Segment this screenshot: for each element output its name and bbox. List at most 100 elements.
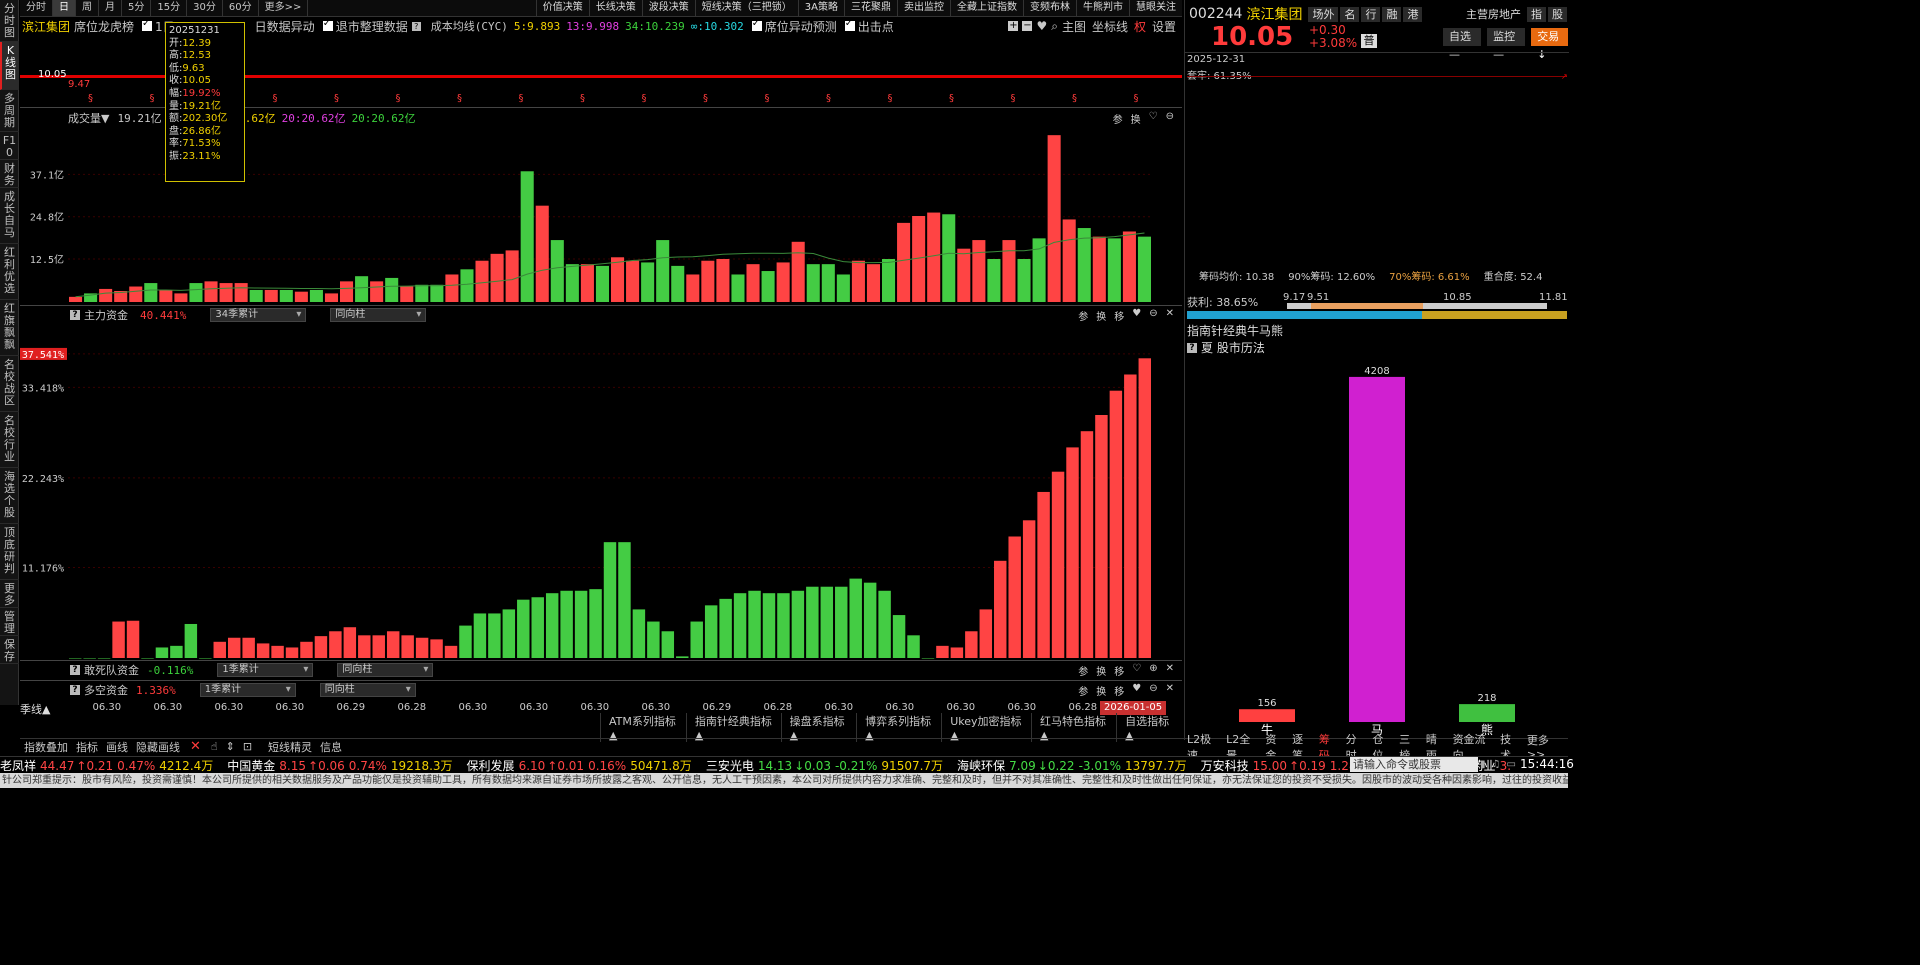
stock-tag-4[interactable]: 港 <box>1403 6 1423 22</box>
strategy-tab-3[interactable]: 短线决策（三把锁） <box>694 0 798 16</box>
left-nav-item-4[interactable]: 财务 <box>0 160 19 188</box>
title-right-item-2[interactable]: 权 <box>1134 18 1146 35</box>
strategy-tab-10[interactable]: 慧眼关注 <box>1129 0 1182 16</box>
toolbar-item-5[interactable]: 信息 <box>316 739 346 755</box>
ticker-item[interactable]: 老凤祥 44.47 ↑0.21 0.47% 4212.4万 <box>0 757 213 773</box>
add-icon[interactable]: + <box>1008 21 1019 31</box>
fund-style-select[interactable]: 同向柱 <box>330 308 427 322</box>
strategy-tab-0[interactable]: 价值决策 <box>535 0 589 16</box>
move-icon[interactable]: ⇕ <box>222 740 239 753</box>
ls-period-select[interactable]: 1季累计 <box>199 683 296 697</box>
strategy-tab-8[interactable]: 变频布林 <box>1023 0 1076 16</box>
strategy-tab-6[interactable]: 卖出监控 <box>897 0 950 16</box>
toolbar-item-1[interactable]: 指标 <box>72 739 102 755</box>
strategy-tab-5[interactable]: 三花聚鼎 <box>844 0 897 16</box>
panel-tool-0[interactable]: 参 <box>1078 683 1088 698</box>
delete-icon[interactable]: ✕ <box>184 739 207 754</box>
left-nav-item-14[interactable]: 保存 <box>0 636 19 664</box>
left-nav-item-2[interactable]: 多周期 <box>0 90 19 132</box>
panel-tool-4[interactable]: ⊖ <box>1149 308 1157 323</box>
panel-tool-5[interactable]: ✕ <box>1166 683 1174 698</box>
panel-tool-3[interactable]: ♥ <box>1132 308 1141 323</box>
strategy-tab-1[interactable]: 长线决策 <box>588 0 642 16</box>
strategy-tab-7[interactable]: 全藏上证指数 <box>950 0 1023 16</box>
panel-tool-0[interactable]: 参 <box>1078 663 1088 678</box>
left-nav-item-12[interactable]: 更多 <box>0 580 19 608</box>
panel-tool-2[interactable]: 移 <box>1114 308 1124 323</box>
panel-tool-1[interactable]: 换 <box>1096 663 1106 678</box>
left-nav-item-1[interactable]: K线图 <box>0 42 19 90</box>
left-nav-item-6[interactable]: 红利优选 <box>0 244 19 300</box>
period-tab-6[interactable]: 30分 <box>187 0 223 16</box>
stock-tag-1[interactable]: 名 <box>1340 6 1360 22</box>
checkbox-delist[interactable] <box>322 18 333 31</box>
left-nav-item-5[interactable]: 成长自马 <box>0 188 19 244</box>
ticker-item[interactable]: 中国黄金 8.15 ↑0.06 0.74% 19218.3万 <box>227 757 452 773</box>
panel-tool-0[interactable]: 参 <box>1113 111 1123 126</box>
stock-tag2-1[interactable]: 股 <box>1548 6 1567 22</box>
monitor-button[interactable]: 监控 — <box>1487 28 1526 61</box>
fund-period-select[interactable]: 34季累计 <box>210 308 307 322</box>
checkbox-strike[interactable] <box>844 18 855 31</box>
hand-icon[interactable]: ☝ <box>207 740 222 753</box>
checkbox-seat-predict[interactable] <box>751 18 762 31</box>
fund-help-icon[interactable]: ? <box>70 310 80 320</box>
calendar-help-icon[interactable]: ? <box>1187 342 1197 353</box>
panel-tool-3[interactable]: ♡ <box>1132 663 1141 678</box>
period-tab-4[interactable]: 5分 <box>122 0 152 16</box>
heart-icon[interactable]: ♥ <box>1036 19 1047 33</box>
panel-tool-5[interactable]: ✕ <box>1166 308 1174 323</box>
period-tab-8[interactable]: 更多>> <box>259 0 309 16</box>
period-tab-5[interactable]: 15分 <box>151 0 188 16</box>
stock-tag-2[interactable]: 行 <box>1361 6 1381 22</box>
left-nav-item-0[interactable]: 分时图 <box>0 0 19 42</box>
strategy-tab-9[interactable]: 牛熊判市 <box>1076 0 1129 16</box>
left-nav-item-9[interactable]: 名校行业 <box>0 412 19 468</box>
period-tab-2[interactable]: 周 <box>76 0 99 16</box>
title-right-item-3[interactable]: 设置 <box>1152 18 1176 35</box>
panel-tool-4[interactable]: ⊕ <box>1149 663 1157 678</box>
add-watchlist-button[interactable]: 自选 — <box>1443 28 1482 61</box>
minus-icon[interactable]: − <box>1022 21 1033 31</box>
panel-tool-4[interactable]: ⊖ <box>1149 683 1157 698</box>
dare-style-select[interactable]: 同向柱 <box>337 663 434 677</box>
monitor-icon[interactable]: ▭ <box>1506 759 1515 770</box>
left-nav-item-7[interactable]: 红旗飘飘 <box>0 300 19 356</box>
ls-help-icon[interactable]: ? <box>70 685 80 695</box>
stock-tag-3[interactable]: 融 <box>1382 6 1402 22</box>
bell-icon[interactable]: ♫ <box>1492 759 1501 770</box>
panel-tool-1[interactable]: 换 <box>1096 308 1106 323</box>
left-nav-item-11[interactable]: 顶底研判 <box>0 524 19 580</box>
ticker-item[interactable]: 三安光电 14.13 ↓0.03 -0.21% 91507.7万 <box>706 757 943 773</box>
lock-icon[interactable]: ⊡ <box>239 740 256 753</box>
trade-button[interactable]: 交易 ↓ <box>1531 28 1568 61</box>
title-right-item-0[interactable]: 主图 <box>1062 18 1086 35</box>
panel-tool-3[interactable]: ♥ <box>1132 683 1141 698</box>
toolbar-item-4[interactable]: 短线精灵 <box>264 739 316 755</box>
seat-list-label[interactable]: 席位龙虎榜 <box>74 18 134 35</box>
left-nav-item-8[interactable]: 名校战区 <box>0 356 19 412</box>
date-axis-label[interactable]: 季线▲ <box>20 701 50 717</box>
ls-style-select[interactable]: 同向柱 <box>319 683 416 697</box>
panel-tool-1[interactable]: 换 <box>1096 683 1106 698</box>
checkbox-1day[interactable] <box>142 18 153 31</box>
left-nav-item-10[interactable]: 海选个股 <box>0 468 19 524</box>
ticker-item[interactable]: 海峡环保 7.09 ↓0.22 -3.01% 13797.7万 <box>957 757 1187 773</box>
panel-tool-3[interactable]: ⊖ <box>1166 111 1174 126</box>
period-tab-0[interactable]: 分时 <box>20 0 53 16</box>
volume-title[interactable]: 成交量▼ <box>68 110 109 126</box>
toolbar-item-0[interactable]: 指数叠加 <box>20 739 72 755</box>
panel-tool-2[interactable]: 移 <box>1114 663 1124 678</box>
search-icon[interactable]: ⌕ <box>1051 19 1058 34</box>
title-right-item-1[interactable]: 坐标线 <box>1092 18 1128 35</box>
help-icon[interactable]: ? <box>411 21 421 31</box>
period-tab-3[interactable]: 月 <box>99 0 122 16</box>
period-tab-7[interactable]: 60分 <box>223 0 259 16</box>
dare-period-select[interactable]: 1季累计 <box>217 663 314 677</box>
dare-help-icon[interactable]: ? <box>70 665 80 675</box>
stock-tag2-0[interactable]: 指 <box>1527 6 1546 22</box>
panel-tool-0[interactable]: 参 <box>1078 308 1088 323</box>
panel-tool-2[interactable]: ♡ <box>1149 111 1158 126</box>
period-tab-1[interactable]: 日 <box>53 0 76 16</box>
strategy-tab-4[interactable]: 3A策略 <box>797 0 844 16</box>
